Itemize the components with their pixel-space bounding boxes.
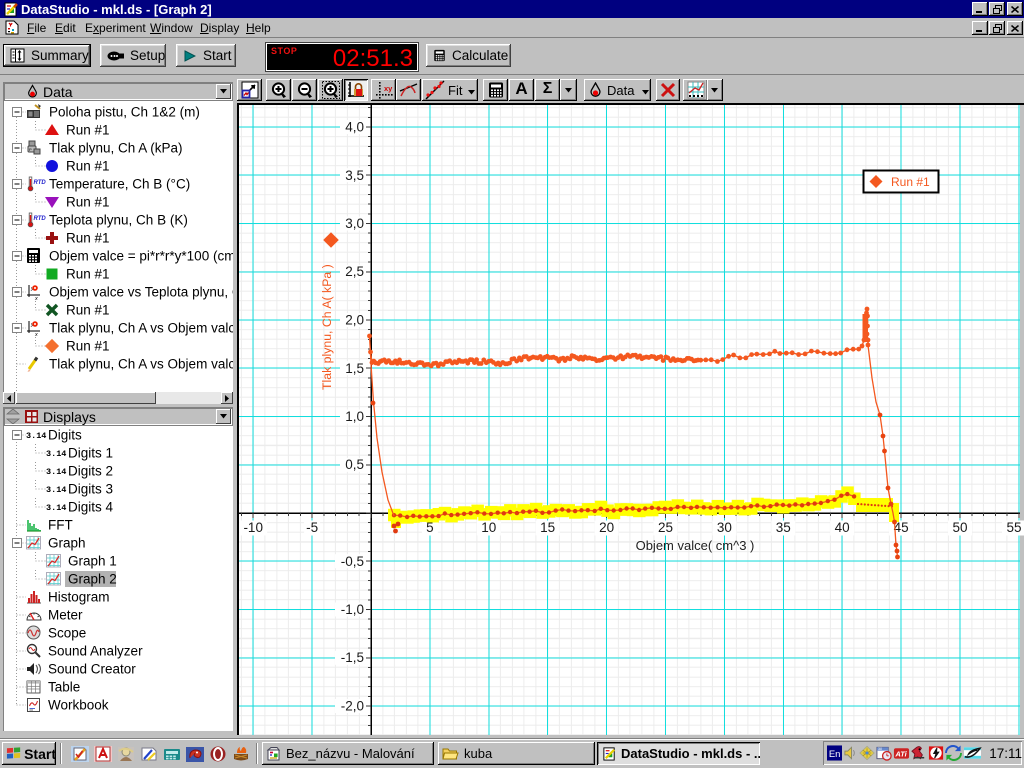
svg-text:-10: -10 (243, 520, 263, 535)
svg-text:2,5: 2,5 (345, 264, 364, 279)
svg-text:-1,0: -1,0 (341, 602, 364, 617)
svg-text:55: 55 (1006, 520, 1021, 535)
svg-text:-1,5: -1,5 (341, 650, 364, 665)
svg-text:0,5: 0,5 (345, 457, 364, 472)
svg-text:1,5: 1,5 (345, 361, 364, 376)
svg-text:2,0: 2,0 (345, 313, 364, 328)
svg-text:3,5: 3,5 (345, 168, 364, 183)
svg-text:3,0: 3,0 (345, 216, 364, 231)
svg-text:20: 20 (599, 520, 614, 535)
svg-text:En: En (829, 748, 841, 759)
svg-text:25: 25 (658, 520, 673, 535)
svg-text:15: 15 (540, 520, 555, 535)
svg-text:10: 10 (481, 520, 496, 535)
svg-text:50: 50 (952, 520, 967, 535)
svg-text:1,0: 1,0 (345, 409, 364, 424)
svg-text:35: 35 (776, 520, 791, 535)
svg-text:4,0: 4,0 (345, 120, 364, 135)
svg-text:Tlak plynu, Ch A( kPa ): Tlak plynu, Ch A( kPa ) (320, 264, 334, 390)
svg-text:Objem valce( cm^3 ): Objem valce( cm^3 ) (636, 538, 755, 553)
svg-text:ATi: ATi (895, 749, 908, 758)
svg-text:-5: -5 (306, 520, 318, 535)
svg-text:-0,5: -0,5 (341, 554, 364, 569)
svg-text:40: 40 (835, 520, 850, 535)
svg-text:Run #1: Run #1 (891, 175, 930, 189)
svg-text:30: 30 (717, 520, 732, 535)
svg-text:-2,0: -2,0 (341, 699, 364, 714)
svg-text:30: 30 (878, 747, 882, 751)
